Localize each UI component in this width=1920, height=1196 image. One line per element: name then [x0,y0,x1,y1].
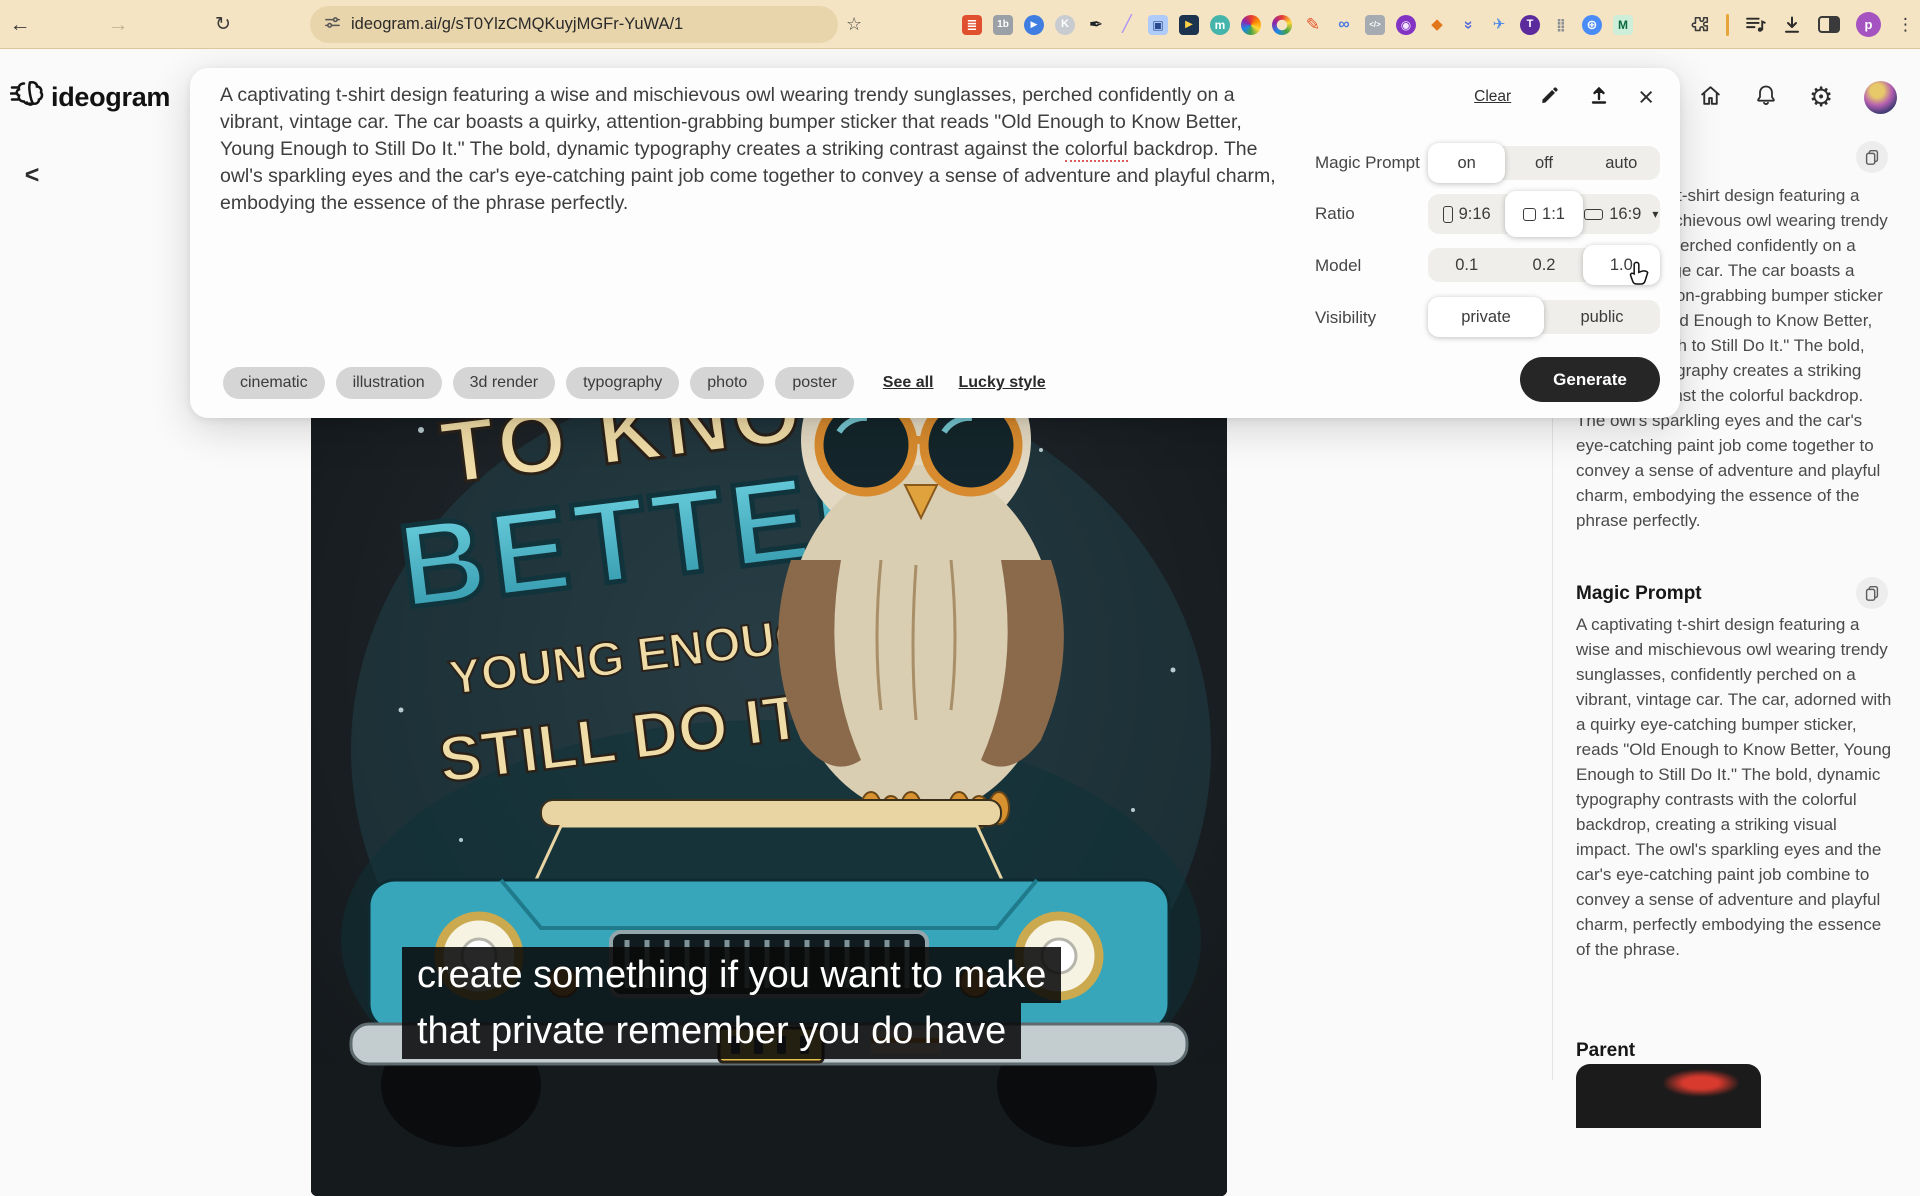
extensions-puzzle-icon[interactable] [1690,15,1710,35]
m-teal-icon[interactable]: m [1210,14,1230,35]
magic-prompt-toggle: on off auto [1428,143,1660,183]
close-icon[interactable]: × [1638,83,1654,111]
code-icon[interactable]: </> [1365,14,1385,35]
ideogram-logo[interactable]: ideogram [9,79,171,115]
back-button[interactable]: < [14,157,50,193]
magic-prompt-option-off[interactable]: off [1505,146,1582,180]
ratio-option-9-16[interactable]: 9:16 [1428,194,1505,234]
bookmark-star-icon[interactable]: ☆ [846,0,862,49]
visibility-option-public[interactable]: public [1544,300,1660,334]
link-icon[interactable]: ∞ [1334,15,1354,35]
magic-prompt-option-auto[interactable]: auto [1583,146,1660,180]
sidebar-divider [1552,418,1553,1080]
download-icon[interactable] [1782,15,1802,35]
dots-grid-icon[interactable]: ⣿ [1551,15,1571,35]
prompt-textarea[interactable]: A captivating t-shirt design featuring a… [220,82,1290,217]
metamask-fox-icon[interactable]: ◆ [1427,15,1447,35]
square-ratio-icon [1523,207,1537,221]
browser-back-button[interactable]: ← [2,0,38,49]
style-tag-cinematic[interactable]: cinematic [223,367,325,399]
toolbar-separator [1726,13,1729,36]
mouse-hand-cursor [1628,260,1652,293]
browser-reload-button[interactable]: ↻ [205,0,241,49]
magic-prompt-label: Magic Prompt [1315,153,1420,172]
site-settings-icon[interactable] [324,14,341,36]
model-option-0-1[interactable]: 0.1 [1428,248,1505,282]
side-panel-icon[interactable] [1818,16,1840,33]
portrait-ratio-icon [1442,205,1453,223]
style-tag-poster[interactable]: poster [775,367,854,399]
style-tag-photo[interactable]: photo [690,367,765,399]
extensions-bar: ≣ 1b ▶ K ✒ ╱ ▣ ▶ m ✎ ∞ </> ◉ ◆ » ✈ T ⣿ ⊕ M [962,0,1633,49]
style-tag-3d-render[interactable]: 3d render [452,367,556,399]
copy-magic-prompt-button[interactable] [1856,577,1888,609]
url-text: ideogram.ai/g/sT0YlzCMQKuyjMGFr-YuWA/1 [351,15,684,33]
style-tag-typography[interactable]: typography [566,367,680,399]
ideogram-brain-icon [9,79,44,115]
chevrons-icon[interactable]: » [1458,15,1478,35]
clear-button[interactable]: Clear [1474,88,1511,106]
style-tags-row: cinematic illustration 3d render typogra… [223,367,1046,399]
ratio-toggle: 9:16 1:1 16:9 ▾ [1428,191,1660,237]
prompt-spellcheck-word: colorful [1064,138,1128,162]
screenshot-icon[interactable]: ▣ [1148,14,1168,35]
style-tag-illustration[interactable]: illustration [335,367,442,399]
m-green-icon[interactable]: M [1613,14,1633,35]
color-ring-icon[interactable] [1272,14,1292,35]
ratio-label: Ratio [1315,204,1355,223]
globe-icon[interactable]: ⊕ [1582,14,1602,35]
todoist-icon[interactable]: ≣ [962,14,982,35]
ratio-option-1-1[interactable]: 1:1 [1505,191,1583,237]
model-label: Model [1315,256,1362,275]
upload-icon[interactable] [1589,85,1609,110]
k-icon[interactable]: K [1055,14,1075,35]
address-bar[interactable]: ideogram.ai/g/sT0YlzCMQKuyjMGFr-YuWA/1 [310,6,838,43]
browser-right-cluster: p ⋮ [1690,0,1914,49]
model-toggle: 0.1 0.2 1.0 [1428,245,1660,285]
play-capture-icon[interactable]: ▶ [1179,14,1199,35]
browser-profile-avatar[interactable]: p [1856,12,1881,37]
t-badge-icon[interactable]: T [1520,14,1540,35]
copy-prompt-button[interactable] [1856,141,1888,173]
video-caption-line-1: create something if you want to make [402,947,1062,1003]
sidebar-magic-prompt-text: A captivating t-shirt design featuring a… [1576,615,1892,959]
prompt-editor-panel: A captivating t-shirt design featuring a… [190,68,1680,418]
video-play-icon[interactable]: ▶ [1024,14,1044,35]
browser-forward-button[interactable]: → [100,0,136,49]
see-all-link[interactable]: See all [883,374,934,392]
color-wheel-icon[interactable] [1241,14,1261,35]
browser-toolbar: ← → ↻ ideogram.ai/g/sT0YlzCMQKuyjMGFr-Yu… [0,0,1920,49]
landscape-ratio-icon [1584,208,1604,220]
playlist-icon[interactable] [1745,14,1766,35]
edit-pencil-icon[interactable] [1540,85,1560,110]
blocker-icon[interactable]: 1b [993,14,1013,35]
visibility-option-private[interactable]: private [1428,297,1544,337]
parent-thumbnail[interactable] [1576,1064,1761,1128]
visibility-label: Visibility [1315,308,1377,327]
eyedropper-icon[interactable]: ✒ [1086,15,1106,35]
magic-prompt-heading: Magic Prompt [1576,583,1702,604]
red-pen-icon[interactable]: ✎ [1303,15,1323,35]
logo-wordmark: ideogram [51,81,171,112]
generate-button[interactable]: Generate [1520,357,1660,402]
browser-menu-icon[interactable]: ⋮ [1897,15,1914,35]
highlighter-icon[interactable]: ╱ [1117,15,1137,35]
video-caption-line-2: that private remember you do have [402,1003,1022,1059]
ratio-option-16-9[interactable]: 16:9 ▾ [1583,194,1660,234]
chevron-down-icon: ▾ [1652,207,1659,221]
parent-heading: Parent [1576,1040,1636,1061]
visibility-toggle: private public [1428,297,1660,337]
eye-icon[interactable]: ◉ [1396,14,1416,35]
lucky-style-link[interactable]: Lucky style [959,374,1046,392]
app-page: ideogram < ⚙ TO KNOW BETTER YOUNG ENOUGH… [0,49,1920,1196]
plane-icon[interactable]: ✈ [1489,15,1509,35]
model-option-0-2[interactable]: 0.2 [1505,248,1582,282]
prompt-toolbar: Clear × [1474,83,1654,111]
parent-thumbnail-art [1664,1070,1738,1096]
magic-prompt-option-on[interactable]: on [1428,143,1506,183]
